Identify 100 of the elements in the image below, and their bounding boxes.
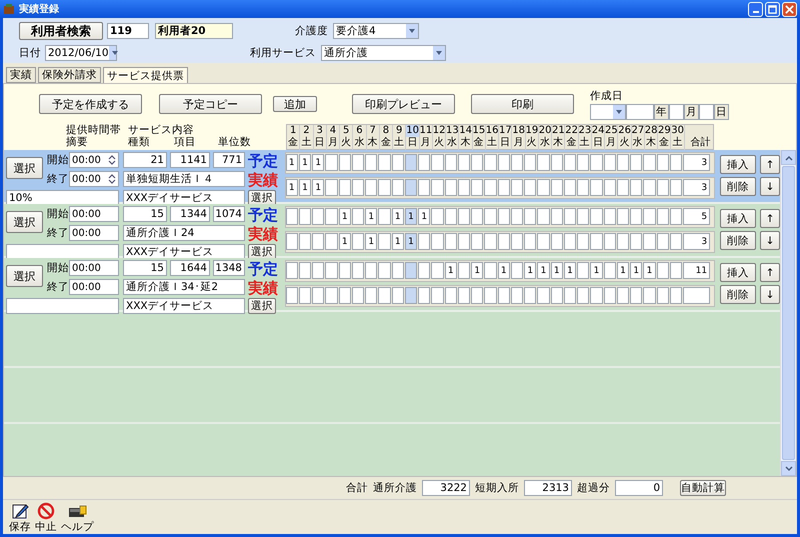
delete-button[interactable]: 削除	[720, 285, 756, 304]
day-cell[interactable]	[325, 287, 338, 304]
day-cell[interactable]	[604, 208, 616, 225]
day-cell[interactable]	[564, 208, 576, 225]
service-row[interactable]: 選択 開始 00:00 終了 00:00 10% 21 1141 771 単独短期生活Ｉ４ XXXデイサービス 予定 実績 選択 1 1 1 3 1 1 1 3 挿入 ↑ 削除 ↓	[4, 150, 780, 204]
day-cell[interactable]	[458, 208, 470, 225]
day-cell[interactable]	[338, 262, 351, 279]
maximize-button[interactable]	[765, 2, 780, 16]
toolbar-button[interactable]: 予定コピー	[159, 94, 262, 114]
day-cell[interactable]	[378, 208, 391, 225]
day-cell[interactable]	[498, 233, 510, 250]
day-cell[interactable]	[298, 208, 312, 225]
care-level-dropdown[interactable]: 要介護4	[333, 23, 419, 39]
day-cell[interactable]	[338, 179, 351, 196]
end-time-field[interactable]: 00:00	[69, 171, 119, 187]
provider-field[interactable]: XXXデイサービス	[123, 298, 245, 314]
day-cell[interactable]	[616, 233, 630, 250]
day-cell[interactable]	[352, 154, 364, 171]
day-cell[interactable]	[537, 154, 550, 171]
day-cell[interactable]	[670, 233, 682, 250]
day-cell[interactable]	[431, 233, 444, 250]
day-cell[interactable]	[656, 287, 669, 304]
day-cell[interactable]	[670, 179, 682, 196]
day-cell[interactable]	[378, 179, 391, 196]
end-time-field[interactable]: 00:00	[69, 225, 119, 241]
toolbar-button[interactable]: 予定を作成する	[39, 94, 142, 114]
spinner-icon[interactable]	[108, 154, 116, 166]
day-cell[interactable]	[365, 262, 378, 279]
day-cell[interactable]	[564, 287, 576, 304]
day-cell[interactable]	[577, 233, 590, 250]
day-cell[interactable]	[590, 179, 603, 196]
move-down-button[interactable]: ↓	[760, 285, 780, 304]
day-cell[interactable]	[444, 208, 457, 225]
day-cell[interactable]	[604, 287, 616, 304]
scroll-down-icon[interactable]	[784, 466, 792, 472]
day-cell[interactable]	[404, 154, 418, 171]
delete-button[interactable]: 削除	[720, 231, 756, 250]
day-cell[interactable]: 1	[312, 154, 324, 171]
day-cell[interactable]	[418, 233, 430, 250]
day-cell[interactable]	[418, 179, 430, 196]
day-cell[interactable]	[392, 179, 404, 196]
day-cell[interactable]	[524, 208, 536, 225]
start-time-field[interactable]: 00:00	[69, 206, 119, 222]
day-cell[interactable]: 1	[537, 262, 550, 279]
day-cell[interactable]	[298, 262, 312, 279]
month-field[interactable]	[669, 104, 684, 120]
day-cell[interactable]	[484, 179, 497, 196]
day-cell[interactable]	[378, 287, 391, 304]
move-down-button[interactable]: ↓	[760, 177, 780, 196]
day-cell[interactable]	[444, 233, 457, 250]
day-cell[interactable]: 1	[418, 208, 430, 225]
day-cell[interactable]	[378, 154, 391, 171]
day-cell[interactable]	[325, 208, 338, 225]
user-name-field[interactable]: 利用者20	[155, 23, 233, 39]
day-cell[interactable]	[298, 287, 312, 304]
day-cell[interactable]	[537, 287, 550, 304]
day-cell[interactable]: 1	[392, 233, 404, 250]
scrollbar[interactable]	[780, 150, 796, 476]
service-name-field[interactable]: 通所介護Ｉ24	[123, 225, 245, 241]
day-cell[interactable]: 1	[286, 154, 298, 171]
day-cell[interactable]	[550, 154, 563, 171]
day-cell[interactable]	[537, 208, 550, 225]
day-cell[interactable]: 1	[630, 262, 642, 279]
day-cell[interactable]: 1	[550, 262, 563, 279]
day-cell[interactable]	[352, 233, 364, 250]
day-cell[interactable]	[458, 262, 470, 279]
day-cell[interactable]	[484, 208, 497, 225]
spinner-icon[interactable]	[108, 173, 116, 185]
day-cell[interactable]	[616, 154, 630, 171]
units-field[interactable]: 1074	[213, 206, 245, 222]
day-cell[interactable]	[418, 287, 430, 304]
day-cell[interactable]	[590, 287, 603, 304]
move-up-button[interactable]: ↑	[760, 263, 780, 282]
start-time-field[interactable]: 00:00	[69, 152, 119, 168]
day-cell[interactable]	[643, 154, 656, 171]
units-field[interactable]: 1348	[213, 260, 245, 276]
day-cell[interactable]	[616, 208, 630, 225]
day-cell[interactable]	[564, 179, 576, 196]
excess-field[interactable]: 0	[615, 480, 663, 496]
day-cell[interactable]	[616, 287, 630, 304]
type-field[interactable]: 21	[123, 152, 167, 168]
select-button[interactable]: 選択	[6, 211, 43, 233]
day-cell[interactable]	[577, 179, 590, 196]
delete-button[interactable]: 削除	[720, 177, 756, 196]
day-cell[interactable]	[418, 154, 430, 171]
day-cell[interactable]	[670, 262, 682, 279]
day-cell[interactable]: 1	[498, 262, 510, 279]
footer-button[interactable]: 保存	[9, 502, 31, 534]
day-cell[interactable]	[643, 179, 656, 196]
type-field[interactable]: 15	[123, 260, 167, 276]
day-cell[interactable]: 1	[298, 154, 312, 171]
day-cell[interactable]	[510, 287, 524, 304]
day-cell[interactable]	[352, 262, 364, 279]
day-cell[interactable]	[656, 154, 669, 171]
day-cell[interactable]	[458, 179, 470, 196]
tab[interactable]: 保険外請求	[38, 67, 101, 83]
day-cell[interactable]: 1	[643, 262, 656, 279]
day-cell[interactable]: 1	[404, 233, 418, 250]
day-cell[interactable]	[431, 179, 444, 196]
day-cell[interactable]	[471, 233, 484, 250]
